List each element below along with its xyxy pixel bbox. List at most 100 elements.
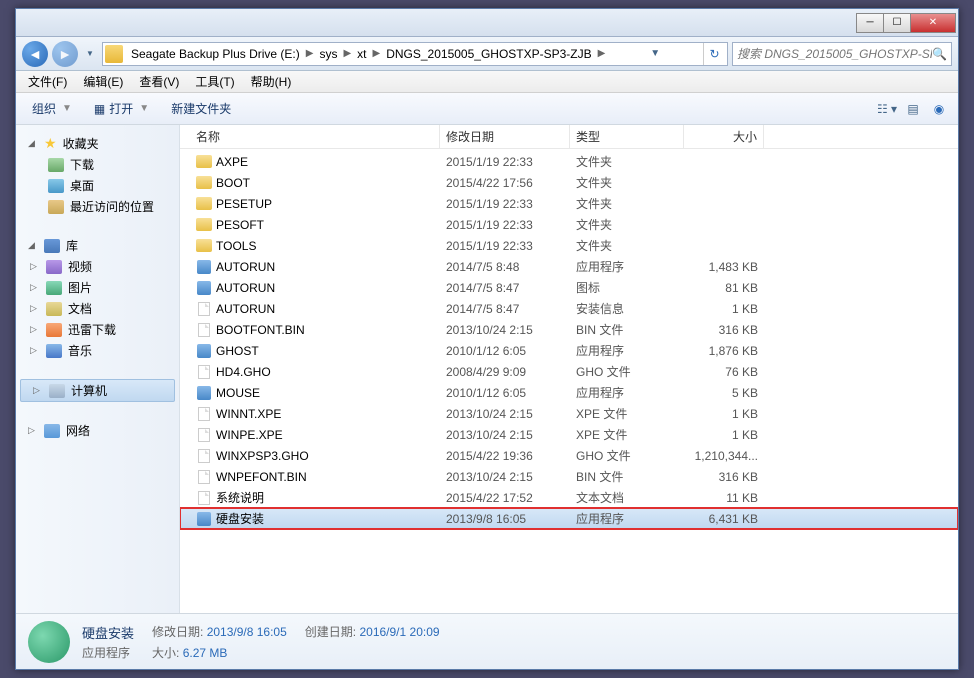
file-row[interactable]: 系统说明2015/4/22 17:52文本文档11 KB (180, 487, 958, 508)
folder-icon (196, 175, 212, 191)
file-row[interactable]: AUTORUN2014/7/5 8:47图标81 KB (180, 277, 958, 298)
col-type[interactable]: 类型 (570, 125, 684, 148)
back-button[interactable]: ◄ (22, 41, 48, 67)
file-name: BOOTFONT.BIN (216, 323, 305, 337)
file-size: 1,483 KB (684, 260, 764, 274)
breadcrumb-seg[interactable]: sys (315, 47, 341, 61)
chevron-right-icon[interactable]: ▶ (596, 48, 608, 59)
file-row[interactable]: PESETUP2015/1/19 22:33文件夹 (180, 193, 958, 214)
chevron-right-icon[interactable]: ▶ (371, 48, 383, 59)
file-list[interactable]: AXPE2015/1/19 22:33文件夹 BOOT 2015/4/22 17:5… (180, 149, 958, 613)
file-name: AUTORUN (216, 281, 275, 295)
file-type: 文件夹 (570, 237, 684, 254)
file-size: 81 KB (684, 281, 764, 295)
file-type: BIN 文件 (570, 321, 684, 338)
file-name: GHOST (216, 344, 259, 358)
menu-tools[interactable]: 工具(T) (187, 71, 242, 92)
file-type: 文件夹 (570, 195, 684, 212)
file-type: 安装信息 (570, 300, 684, 317)
breadcrumb-seg[interactable]: DNGS_2015005_GHOSTXP-SP3-ZJB (382, 47, 595, 61)
file-type: 应用程序 (570, 342, 684, 359)
search-input[interactable] (737, 47, 932, 61)
forward-button[interactable]: ► (52, 41, 78, 67)
menu-file[interactable]: 文件(F) (20, 71, 75, 92)
file-type: 文件夹 (570, 153, 684, 170)
sidebar-item-recent[interactable]: 最近访问的位置 (16, 196, 179, 217)
search-icon[interactable]: 🔍 (932, 47, 947, 61)
address-bar[interactable]: Seagate Backup Plus Drive (E:) ▶ sys ▶ x… (102, 42, 728, 66)
file-name: WINPE.XPE (216, 428, 283, 442)
sidebar-item-desktop[interactable]: 桌面 (16, 175, 179, 196)
view-options-button[interactable]: ☷ ▾ (876, 98, 898, 120)
sidebar-item-music[interactable]: ▷音乐 (16, 340, 179, 361)
file-row[interactable]: AUTORUN2014/7/5 8:47安装信息1 KB (180, 298, 958, 319)
sidebar-item-pictures[interactable]: ▷图片 (16, 277, 179, 298)
generic-icon (196, 427, 212, 443)
sidebar-item-documents[interactable]: ▷文档 (16, 298, 179, 319)
menu-edit[interactable]: 编辑(E) (75, 71, 131, 92)
details-date-label: 修改日期: (152, 625, 203, 639)
help-button[interactable]: ◉ (928, 98, 950, 120)
download-icon (48, 158, 64, 172)
file-name: MOUSE (216, 386, 260, 400)
folder-icon (196, 196, 212, 212)
new-folder-button[interactable]: 新建文件夹 (163, 97, 239, 121)
organize-button[interactable]: 组织▼ (24, 97, 82, 121)
video-icon (46, 260, 62, 274)
file-name: BOOT (216, 176, 250, 190)
file-row[interactable]: AXPE2015/1/19 22:33文件夹 (180, 151, 958, 172)
preview-pane-button[interactable]: ▤ (902, 98, 924, 120)
file-row[interactable]: WNPEFONT.BIN2013/10/24 2:15BIN 文件316 KB (180, 466, 958, 487)
col-name[interactable]: 名称 (190, 125, 440, 148)
col-size[interactable]: 大小 (684, 125, 764, 148)
file-row[interactable]: PESOFT2015/1/19 22:33文件夹 (180, 214, 958, 235)
breadcrumb-seg[interactable]: xt (353, 47, 370, 61)
file-row[interactable]: BOOT2015/4/22 17:56文件夹 (180, 172, 958, 193)
search-box[interactable]: 🔍 (732, 42, 952, 66)
file-name: 系统说明 (216, 489, 264, 506)
favorites-group[interactable]: ◢★收藏夹 (16, 133, 179, 154)
file-row[interactable]: 硬盘安装2013/9/8 16:05应用程序6,431 KB (180, 508, 958, 529)
titlebar[interactable]: ─ ☐ ✕ (16, 9, 958, 37)
details-name: 硬盘安装 (82, 623, 134, 642)
file-date: 2015/1/19 22:33 (440, 218, 570, 232)
file-row[interactable]: WINPE.XPE2013/10/24 2:15XPE 文件1 KB (180, 424, 958, 445)
sidebar-item-thunder[interactable]: ▷迅雷下载 (16, 319, 179, 340)
open-button[interactable]: ▦打开▼ (86, 97, 159, 121)
file-date: 2015/4/22 17:56 (440, 176, 570, 190)
libraries-group[interactable]: ◢库 (16, 235, 179, 256)
chevron-right-icon[interactable]: ▶ (341, 48, 353, 59)
file-name: HD4.GHO (216, 365, 271, 379)
file-row[interactable]: HD4.GHO2008/4/29 9:09GHO 文件76 KB (180, 361, 958, 382)
network-group[interactable]: ▷网络 (16, 420, 179, 441)
maximize-button[interactable]: ☐ (883, 13, 911, 33)
address-dropdown[interactable]: ▼ (646, 48, 664, 59)
file-row[interactable]: GHOST2010/1/12 6:05应用程序1,876 KB (180, 340, 958, 361)
file-row[interactable]: BOOTFONT.BIN2013/10/24 2:15BIN 文件316 KB (180, 319, 958, 340)
computer-group[interactable]: ▷计算机 (20, 379, 175, 402)
refresh-button[interactable]: ↻ (703, 43, 725, 65)
col-date[interactable]: 修改日期 (440, 125, 570, 148)
chevron-right-icon[interactable]: ▶ (304, 48, 316, 59)
sidebar-item-downloads[interactable]: 下载 (16, 154, 179, 175)
file-row[interactable]: MOUSE2010/1/12 6:05应用程序5 KB (180, 382, 958, 403)
minimize-button[interactable]: ─ (856, 13, 884, 33)
sidebar-item-videos[interactable]: ▷视频 (16, 256, 179, 277)
menu-view[interactable]: 查看(V) (131, 71, 187, 92)
file-row[interactable]: AUTORUN2014/7/5 8:48应用程序1,483 KB (180, 256, 958, 277)
history-dropdown[interactable]: ▼ (82, 41, 98, 67)
file-row[interactable]: WINXPSP3.GHO2015/4/22 19:36GHO 文件1,210,3… (180, 445, 958, 466)
folder-icon (196, 217, 212, 233)
content-pane: 名称 修改日期 类型 大小 AXPE2015/1/19 22:33文件夹 BOOT… (180, 125, 958, 613)
file-name: WINNT.XPE (216, 407, 281, 421)
close-button[interactable]: ✕ (910, 13, 956, 33)
app-icon (196, 385, 212, 401)
breadcrumb-seg[interactable]: Seagate Backup Plus Drive (E:) (127, 47, 304, 61)
file-row[interactable]: TOOLS2015/1/19 22:33文件夹 (180, 235, 958, 256)
menu-help[interactable]: 帮助(H) (243, 71, 300, 92)
app-icon (196, 511, 212, 527)
thunder-icon (46, 323, 62, 337)
details-type: 应用程序 (82, 644, 134, 661)
file-row[interactable]: WINNT.XPE2013/10/24 2:15XPE 文件1 KB (180, 403, 958, 424)
file-name: WNPEFONT.BIN (216, 470, 307, 484)
